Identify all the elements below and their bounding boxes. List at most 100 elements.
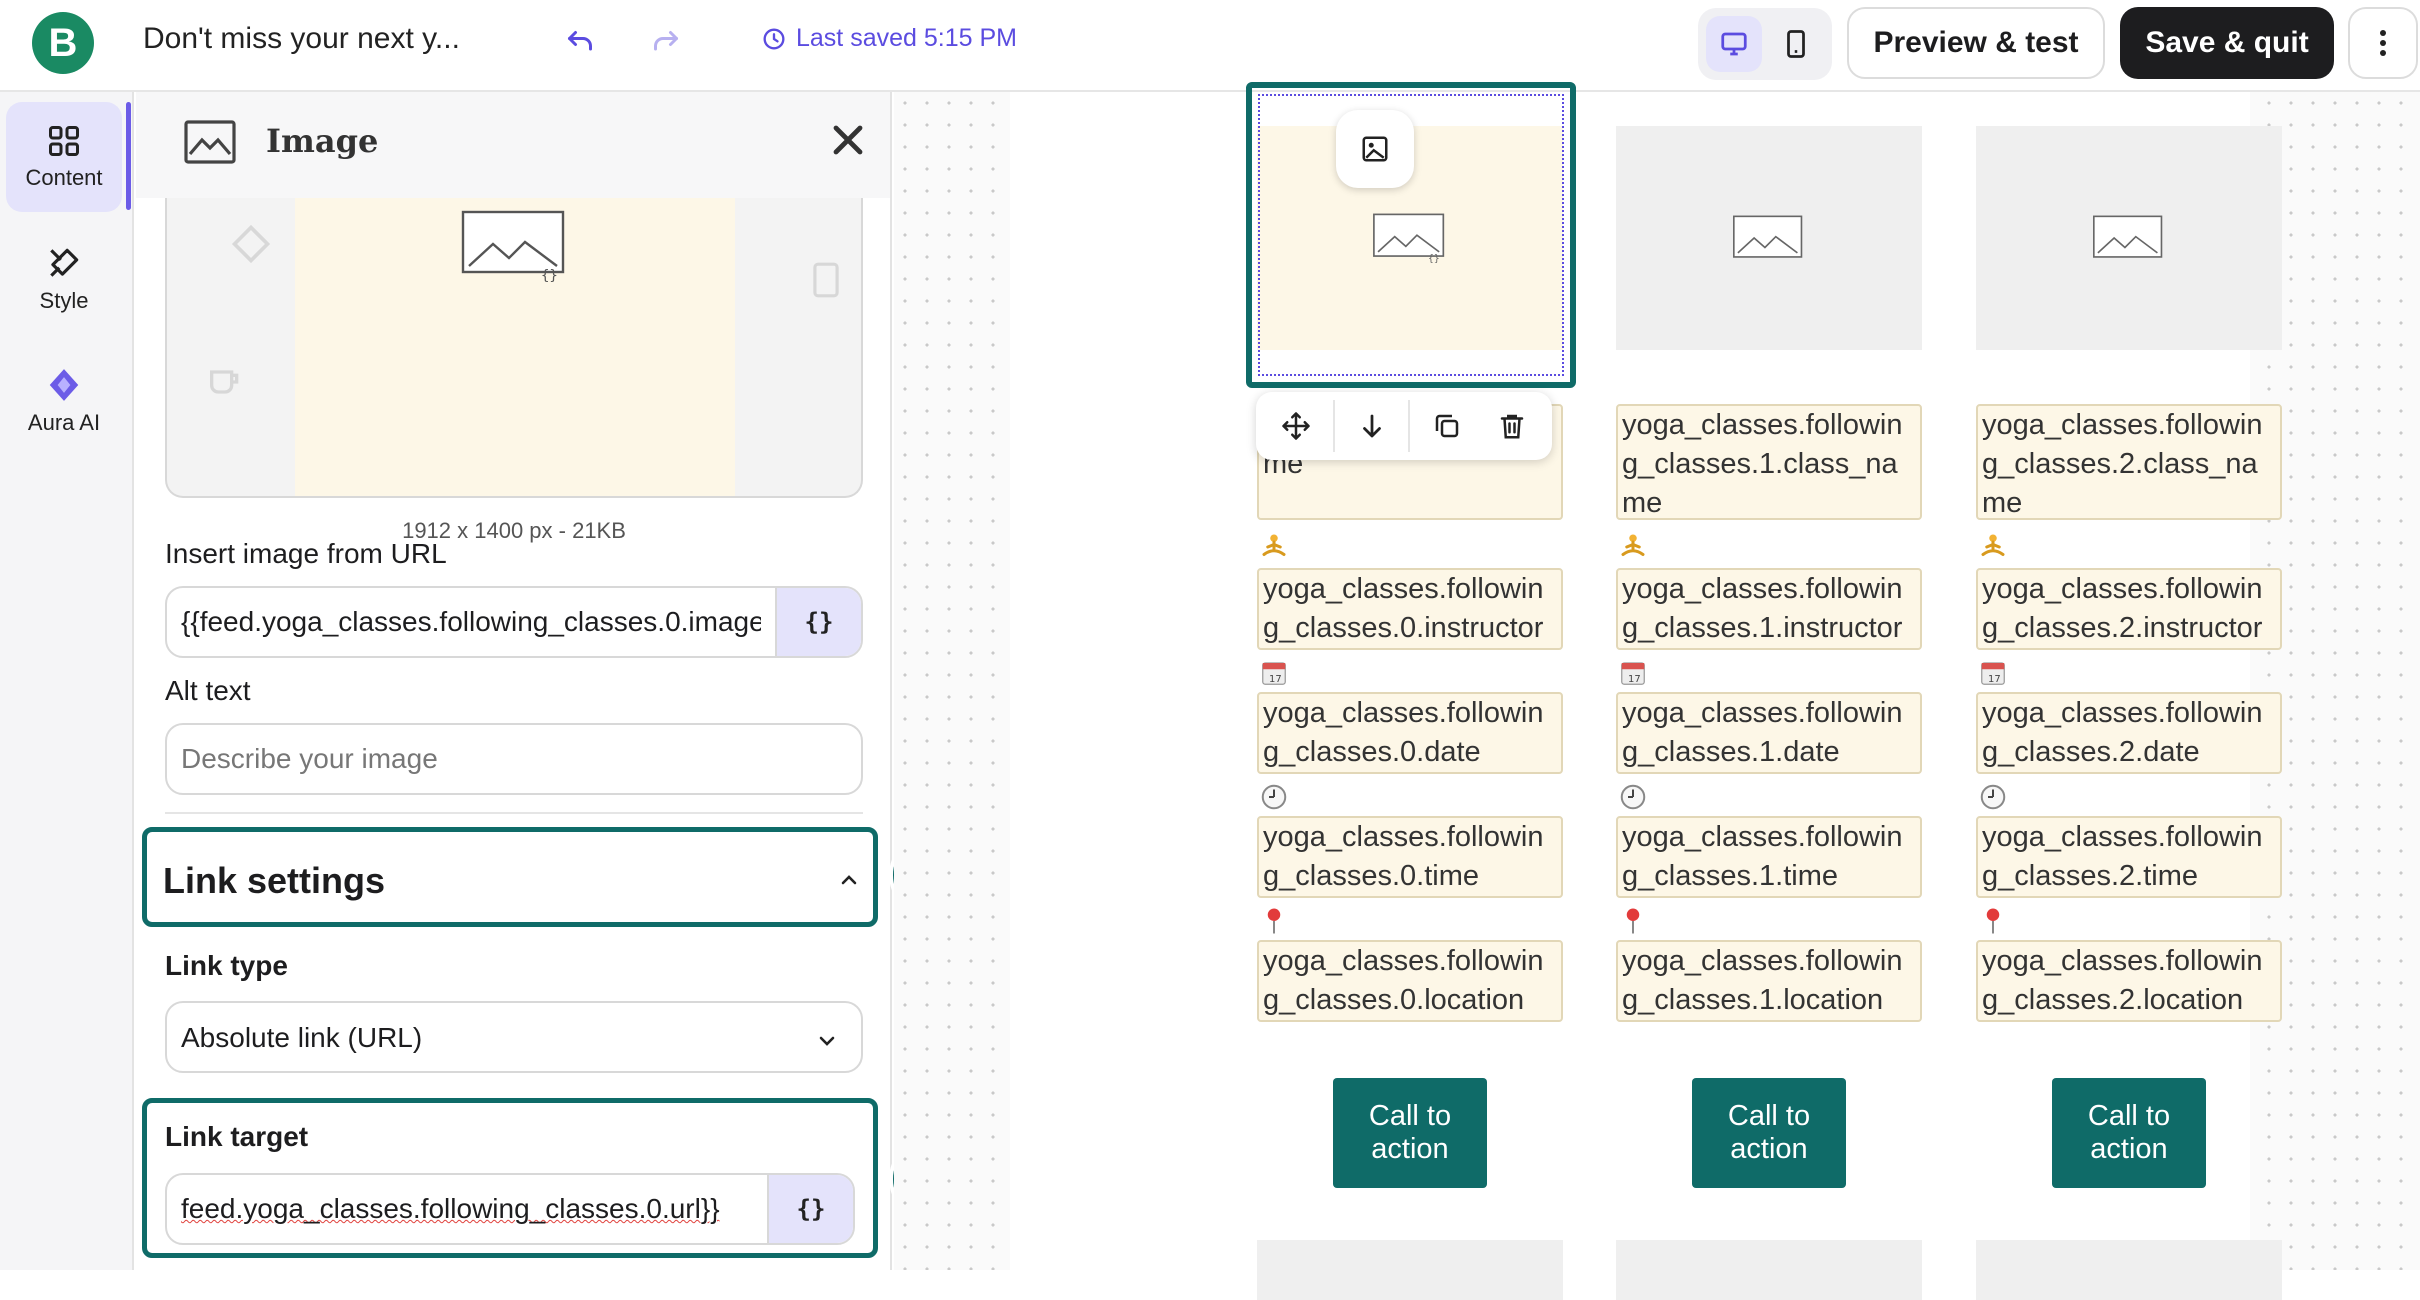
link-target-input[interactable] xyxy=(167,1175,767,1243)
email-canvas: {} g_classes.0.class_na me yoga_classes.… xyxy=(894,82,2420,1300)
date-text-2[interactable]: yoga_classes.following_classes.2.date xyxy=(1976,692,2282,774)
history-icon xyxy=(763,28,785,49)
redo-icon[interactable] xyxy=(648,22,684,58)
yoga-emoji-icon xyxy=(1621,534,1645,556)
document-title[interactable]: Don't miss your next y... xyxy=(143,22,460,56)
decorative-tag-icon xyxy=(231,224,271,264)
image-preview[interactable]: {} xyxy=(165,198,863,498)
block-toolbar xyxy=(1256,392,1552,460)
link-target-field: {} xyxy=(165,1173,855,1245)
top-bar: B Don't miss your next y... Last saved 5… xyxy=(0,0,2420,92)
rail-item-aura-ai[interactable]: Aura AI xyxy=(6,346,122,456)
yoga-emoji-icon xyxy=(1262,534,1286,556)
link-settings-title: Link settings xyxy=(163,860,386,901)
desktop-view-button[interactable] xyxy=(1706,16,1762,72)
next-row-image-2 xyxy=(1976,1240,2282,1300)
more-vertical-icon xyxy=(2380,30,2386,56)
svg-text:17: 17 xyxy=(1628,674,1641,685)
rail-label-aura-ai: Aura AI xyxy=(27,410,101,435)
duplicate-icon xyxy=(1435,414,1459,438)
link-type-label: Link type xyxy=(165,950,288,981)
url-variable-button[interactable]: {} xyxy=(775,588,861,656)
undo-icon[interactable] xyxy=(562,22,598,58)
duplicate-block-button[interactable] xyxy=(1419,398,1475,454)
brand-logo[interactable]: B xyxy=(32,12,94,74)
class-image-2[interactable] xyxy=(1976,126,2282,350)
clock-emoji-icon xyxy=(1620,784,1646,810)
mobile-view-button[interactable] xyxy=(1768,16,1824,72)
desktop-icon xyxy=(1721,32,1747,56)
preview-test-button[interactable]: Preview & test xyxy=(1847,7,2105,79)
more-options-button[interactable] xyxy=(2348,7,2418,79)
image-edit-icon xyxy=(1362,136,1388,162)
date-text-0[interactable]: yoga_classes.following_classes.0.date xyxy=(1257,692,1563,774)
cta-button-0[interactable]: Call to action xyxy=(1333,1078,1487,1188)
decorative-cup-icon xyxy=(210,370,239,394)
image-placeholder-icon xyxy=(2093,215,2163,258)
svg-text:17: 17 xyxy=(1988,674,2001,685)
link-type-select[interactable]: Absolute link (URL) xyxy=(165,1001,863,1073)
class-name-text-1[interactable]: yoga_classes.following_classes.1.class_n… xyxy=(1616,404,1922,520)
next-row-image-1 xyxy=(1616,1240,1922,1300)
decorative-tablet-icon xyxy=(813,262,839,298)
clock-emoji-icon xyxy=(1980,784,2006,810)
sparkle-diamond-icon xyxy=(49,369,79,401)
date-text-1[interactable]: yoga_classes.following_classes.1.date xyxy=(1616,692,1922,774)
image-placeholder-icon xyxy=(1733,215,1803,258)
section-divider xyxy=(165,812,863,814)
move-block-button[interactable] xyxy=(1268,398,1324,454)
next-row-image-0 xyxy=(1257,1240,1563,1300)
location-text-2[interactable]: yoga_classes.following_classes.2.locatio… xyxy=(1976,940,2282,1022)
move-icon xyxy=(1282,412,1311,440)
panel-title: Image xyxy=(266,122,379,160)
delete-block-button[interactable] xyxy=(1484,398,1540,454)
toolbar-separator xyxy=(1332,400,1335,452)
pin-emoji-icon xyxy=(1626,908,1640,934)
close-icon[interactable] xyxy=(824,116,872,164)
calendar-emoji-icon: 17 xyxy=(1981,662,2005,685)
time-text-1[interactable]: yoga_classes.following_classes.1.time xyxy=(1616,816,1922,898)
cta-button-2[interactable]: Call to action xyxy=(2052,1078,2206,1188)
pin-emoji-icon xyxy=(1986,908,2000,934)
arrow-down-icon xyxy=(1362,414,1381,438)
rail-item-style[interactable]: Style xyxy=(6,224,122,334)
move-down-button[interactable] xyxy=(1344,398,1400,454)
yoga-emoji-icon xyxy=(1981,534,2005,556)
rail-label-content: Content xyxy=(25,165,103,190)
time-text-0[interactable]: yoga_classes.following_classes.0.time xyxy=(1257,816,1563,898)
trash-icon xyxy=(1500,414,1523,439)
location-text-0[interactable]: yoga_classes.following_classes.0.locatio… xyxy=(1257,940,1563,1022)
chevron-up-icon xyxy=(841,875,857,885)
insert-url-field: {} xyxy=(165,586,863,658)
svg-text:{}: {} xyxy=(541,268,558,282)
last-saved-text: Last saved 5:15 PM xyxy=(796,24,1017,52)
replace-image-button[interactable] xyxy=(1336,110,1414,188)
class-name-text-2[interactable]: yoga_classes.following_classes.2.class_n… xyxy=(1976,404,2282,520)
instructor-text-0[interactable]: yoga_classes.following_classes.0.instruc… xyxy=(1257,568,1563,650)
insert-url-label: Insert image from URL xyxy=(165,538,447,569)
instructor-text-1[interactable]: yoga_classes.following_classes.1.instruc… xyxy=(1616,568,1922,650)
alt-text-label: Alt text xyxy=(165,675,251,706)
link-target-label: Link target xyxy=(165,1121,309,1152)
svg-text:17: 17 xyxy=(1269,674,1282,685)
calendar-emoji-icon: 17 xyxy=(1621,662,1645,685)
link-target-variable-button[interactable]: {} xyxy=(767,1175,853,1243)
class-image-1[interactable] xyxy=(1616,126,1922,350)
rail-item-content[interactable]: Content xyxy=(6,102,122,212)
link-settings-header[interactable]: Link settings xyxy=(142,827,878,927)
time-text-2[interactable]: yoga_classes.following_classes.2.time xyxy=(1976,816,2282,898)
email-body: {} g_classes.0.class_na me yoga_classes.… xyxy=(1010,82,2282,1300)
image-url-input[interactable] xyxy=(167,588,775,656)
cta-button-1[interactable]: Call to action xyxy=(1692,1078,1846,1188)
link-target-section: Link target {} xyxy=(142,1098,878,1258)
left-rail: Content Style Aura AI xyxy=(0,92,134,1270)
location-text-1[interactable]: yoga_classes.following_classes.1.locatio… xyxy=(1616,940,1922,1022)
save-quit-button[interactable]: Save & quit xyxy=(2120,7,2334,79)
rail-active-indicator xyxy=(126,102,131,210)
chevron-down-icon xyxy=(819,1036,835,1046)
alt-text-input[interactable] xyxy=(167,725,861,793)
last-saved-status[interactable]: Last saved 5:15 PM xyxy=(760,24,1017,53)
instructor-text-2[interactable]: yoga_classes.following_classes.2.instruc… xyxy=(1976,568,2282,650)
brush-icon xyxy=(50,248,79,277)
toolbar-separator xyxy=(1408,400,1411,452)
